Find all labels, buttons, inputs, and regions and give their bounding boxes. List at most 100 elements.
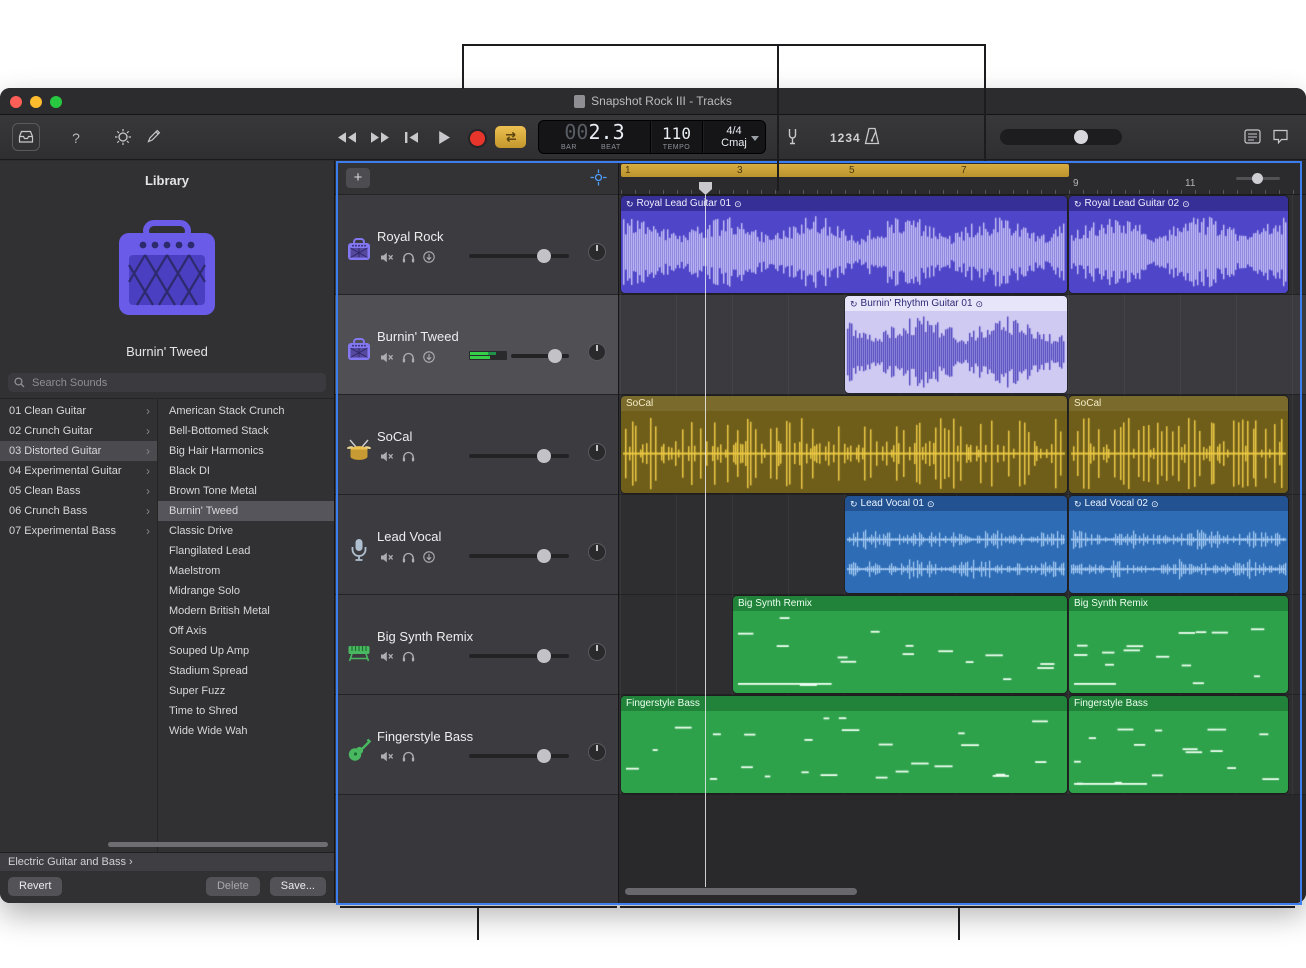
pan-knob[interactable] [588, 743, 606, 761]
mute-button[interactable] [380, 651, 394, 662]
library-category-01-clean-guitar[interactable]: 01 Clean Guitar› [0, 401, 157, 421]
mute-button[interactable] [380, 751, 394, 762]
volume-slider[interactable] [511, 354, 569, 358]
metronome-button[interactable] [864, 127, 880, 145]
input-monitoring-button[interactable] [423, 251, 435, 263]
loop-browser-button[interactable] [1272, 129, 1289, 144]
help-button[interactable]: ? [66, 128, 86, 148]
mute-button[interactable] [380, 451, 394, 462]
pan-knob[interactable] [588, 343, 606, 361]
minimize-button[interactable] [30, 96, 42, 108]
region-lead-vocal-01[interactable]: ↻Lead Vocal 01⊙ [845, 496, 1067, 593]
library-toggle-button[interactable] [12, 123, 40, 151]
library-sound-time-to-shred[interactable]: Time to Shred [158, 701, 334, 721]
chevron-down-icon[interactable] [751, 136, 759, 141]
mute-button[interactable] [380, 552, 394, 563]
library-category-04-experimental-guitar[interactable]: 04 Experimental Guitar› [0, 461, 157, 481]
headphones-button[interactable] [402, 651, 415, 662]
region-fingerstyle-bass[interactable]: Fingerstyle Bass [1069, 696, 1288, 793]
region-burnin-rhythm-guitar-01[interactable]: ↻Burnin' Rhythm Guitar 01⊙ [845, 296, 1067, 393]
volume-slider[interactable] [469, 554, 569, 558]
region-royal-lead-guitar-01[interactable]: ↻Royal Lead Guitar 01⊙ [621, 196, 1067, 293]
library-sound-big-hair-harmonics[interactable]: Big Hair Harmonics [158, 441, 334, 461]
track-header-big-synth-remix[interactable]: Big Synth Remix [335, 595, 618, 695]
lcd-tempo-section[interactable]: 110 TEMPO [651, 121, 703, 153]
region-royal-lead-guitar-02[interactable]: ↻Royal Lead Guitar 02⊙ [1069, 196, 1288, 293]
headphones-button[interactable] [402, 552, 415, 563]
tuner-button[interactable] [786, 128, 799, 145]
library-sound-black-di[interactable]: Black DI [158, 461, 334, 481]
pan-knob[interactable] [588, 643, 606, 661]
input-monitoring-button[interactable] [423, 351, 435, 363]
revert-button[interactable]: Revert [8, 877, 62, 896]
library-sound-souped-up-amp[interactable]: Souped Up Amp [158, 641, 334, 661]
library-sound-midrange-solo[interactable]: Midrange Solo [158, 581, 334, 601]
region-socal[interactable]: SoCal [621, 396, 1067, 493]
volume-slider[interactable] [469, 254, 569, 258]
track-header-burnin-tweed[interactable]: Burnin' Tweed [335, 295, 618, 395]
library-sound-off-axis[interactable]: Off Axis [158, 621, 334, 641]
zoom-button[interactable] [50, 96, 62, 108]
track-header-royal-rock[interactable]: Royal Rock [335, 195, 618, 295]
library-category-02-crunch-guitar[interactable]: 02 Crunch Guitar› [0, 421, 157, 441]
region-fingerstyle-bass[interactable]: Fingerstyle Bass [621, 696, 1067, 793]
pan-knob[interactable] [588, 243, 606, 261]
headphones-button[interactable] [402, 751, 415, 762]
library-category-05-clean-bass[interactable]: 05 Clean Bass› [0, 481, 157, 501]
count-in-button[interactable]: 1234 [830, 131, 861, 145]
zoom-slider-knob[interactable] [1252, 173, 1263, 184]
pan-knob[interactable] [588, 443, 606, 461]
library-sound-american-stack-crunch[interactable]: American Stack Crunch [158, 401, 334, 421]
rewind-button[interactable] [336, 131, 357, 144]
volume-knob[interactable] [537, 449, 551, 463]
region-lead-vocal-02[interactable]: ↻Lead Vocal 02⊙ [1069, 496, 1288, 593]
cycle-button[interactable] [495, 126, 526, 148]
library-sound-brown-tone-metal[interactable]: Brown Tone Metal [158, 481, 334, 501]
master-volume-slider[interactable] [1000, 129, 1122, 145]
pan-knob[interactable] [588, 543, 606, 561]
library-sound-flangilated-lead[interactable]: Flangilated Lead [158, 541, 334, 561]
add-track-button[interactable]: + [346, 168, 370, 188]
volume-knob[interactable] [537, 749, 551, 763]
library-sound-classic-drive[interactable]: Classic Drive [158, 521, 334, 541]
library-category-03-distorted-guitar[interactable]: 03 Distorted Guitar› [0, 441, 157, 461]
headphones-button[interactable] [402, 352, 415, 363]
library-category-07-experimental-bass[interactable]: 07 Experimental Bass› [0, 521, 157, 541]
library-sound-maelstrom[interactable]: Maelstrom [158, 561, 334, 581]
fast-forward-button[interactable] [370, 131, 391, 144]
search-input[interactable] [30, 376, 320, 390]
library-sound-modern-british-metal[interactable]: Modern British Metal [158, 601, 334, 621]
library-sound-super-fuzz[interactable]: Super Fuzz [158, 681, 334, 701]
save-button[interactable]: Save... [270, 877, 326, 896]
lcd-key-section[interactable]: 4/4 Cmaj [703, 121, 765, 153]
volume-slider[interactable] [469, 754, 569, 758]
timeline-horizontal-scrollbar[interactable] [625, 888, 857, 895]
delete-button[interactable]: Delete [206, 877, 260, 896]
region-big-synth-remix[interactable]: Big Synth Remix [1069, 596, 1288, 693]
volume-knob[interactable] [537, 249, 551, 263]
record-button[interactable] [470, 131, 485, 146]
track-header-fingerstyle-bass[interactable]: Fingerstyle Bass [335, 695, 618, 795]
library-sound-bell-bottomed-stack[interactable]: Bell-Bottomed Stack [158, 421, 334, 441]
library-sound-burnin-tweed[interactable]: Burnin' Tweed [158, 501, 334, 521]
go-to-beginning-button[interactable] [404, 131, 419, 144]
region-socal[interactable]: SoCal [1069, 396, 1288, 493]
mute-button[interactable] [380, 352, 394, 363]
library-horizontal-scrollbar[interactable] [108, 842, 328, 847]
volume-slider[interactable] [469, 454, 569, 458]
notepad-button[interactable] [1244, 129, 1261, 144]
editors-button[interactable] [146, 128, 162, 144]
cycle-region[interactable] [621, 164, 1069, 177]
volume-knob[interactable] [537, 549, 551, 563]
lcd-display[interactable]: 002.3 BAR BEAT 110 TEMPO 4/4 Cmaj [538, 120, 766, 154]
titlebar[interactable]: Snapshot Rock III - Tracks [0, 88, 1306, 115]
lcd-position-section[interactable]: 002.3 BAR BEAT [539, 121, 651, 153]
volume-knob[interactable] [548, 349, 562, 363]
region-big-synth-remix[interactable]: Big Synth Remix [733, 596, 1067, 693]
track-header-lead-vocal[interactable]: Lead Vocal [335, 495, 618, 595]
input-monitoring-button[interactable] [423, 551, 435, 563]
headphones-button[interactable] [402, 451, 415, 462]
ruler[interactable]: 1357911 [619, 161, 1306, 195]
volume-knob[interactable] [537, 649, 551, 663]
breadcrumb[interactable]: Electric Guitar and Bass › [0, 853, 334, 871]
